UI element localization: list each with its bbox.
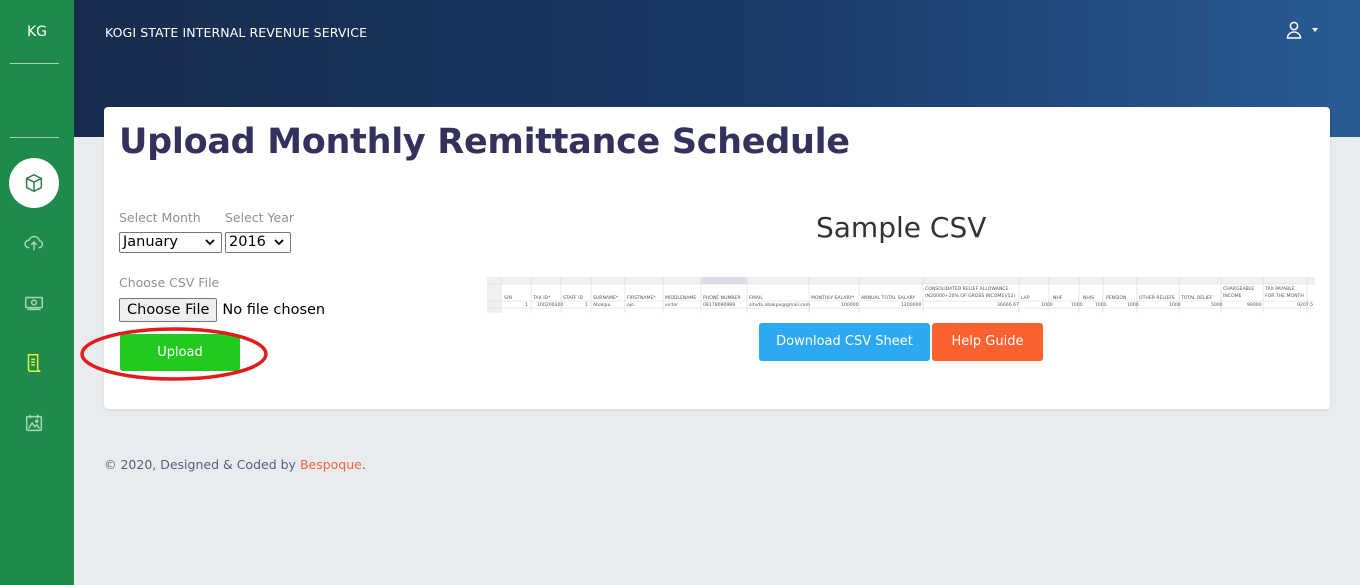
upload-card: Upload Monthly Remittance Schedule Selec… — [80, 107, 1330, 409]
svg-text:TOTAL RELIEF: TOTAL RELIEF — [1180, 295, 1213, 301]
cloud-upload-icon — [24, 235, 44, 251]
svg-text:36666.67: 36666.67 — [997, 302, 1019, 308]
month-select[interactable]: January — [119, 232, 222, 253]
sidebar-item-reports[interactable] — [9, 398, 59, 448]
svg-text:CHARGEABLE: CHARGEABLE — [1223, 286, 1254, 292]
brand-title: KOGI STATE INTERNAL REVENUE SERVICE — [105, 25, 368, 40]
footer-link[interactable]: Bespoque — [300, 457, 362, 472]
calendar-image-icon — [25, 414, 43, 432]
svg-text:ANNUAL TOTAL SALARY: ANNUAL TOTAL SALARY — [861, 295, 915, 301]
svg-text:FIRSTNAME*: FIRSTNAME* — [627, 295, 656, 301]
svg-text:1000: 1000 — [1041, 302, 1053, 308]
svg-text:1000: 1000 — [1127, 302, 1139, 308]
user-menu[interactable] — [1286, 21, 1318, 39]
svg-text:MIDDLENAME: MIDDLENAME — [665, 295, 696, 301]
choose-file-button[interactable]: Choose File — [119, 298, 218, 322]
page-title: Upload Monthly Remittance Schedule — [119, 122, 850, 162]
chevron-down-icon — [1312, 28, 1318, 32]
svg-text:TAX PAYABLE: TAX PAYABLE — [1264, 286, 1295, 292]
svg-text:INCOME: INCOME — [1223, 293, 1242, 299]
sidebar-item-upload[interactable] — [9, 218, 59, 268]
file-label: Choose CSV File — [119, 275, 220, 290]
svg-text:08178090989: 08178090989 — [703, 302, 735, 308]
file-input: Choose File No file chosen — [119, 298, 325, 322]
document-icon — [27, 354, 41, 372]
svg-text:1200000: 1200000 — [901, 302, 922, 308]
sidebar-item-payments[interactable] — [9, 278, 59, 328]
cash-icon — [25, 296, 43, 311]
svg-text:victor: victor — [665, 302, 678, 308]
sidebar: KG — [0, 0, 74, 585]
svg-text:1000: 1000 — [1071, 302, 1083, 308]
svg-text:CONSOLIDATED RELIEF ALLOWANCE: CONSOLIDATED RELIEF ALLOWANCE — [925, 286, 1008, 292]
svg-text:NHIS: NHIS — [1083, 295, 1094, 301]
svg-text:SURNAME*: SURNAME* — [593, 295, 619, 301]
download-csv-button[interactable]: Download CSV Sheet — [759, 323, 930, 361]
svg-text:1: 1 — [585, 302, 588, 308]
svg-text:9207.5: 9207.5 — [1297, 302, 1313, 308]
svg-text:90000: 90000 — [1247, 302, 1262, 308]
month-label: Select Month — [119, 210, 201, 225]
month-select-value: January — [123, 234, 178, 250]
svg-text:TAX ID*: TAX ID* — [532, 295, 551, 301]
user-icon — [1286, 21, 1302, 39]
svg-text:Abakpu: Abakpu — [593, 302, 610, 308]
footer-text: © 2020, Designed & Coded by — [104, 457, 300, 472]
svg-text:1000: 1000 — [1169, 302, 1181, 308]
svg-text:ojo: ojo — [627, 302, 634, 308]
footer-suffix: . — [361, 457, 366, 472]
svg-text:(N20000+20% OF GROSS INCOME)/1: (N20000+20% OF GROSS INCOME)/12) — [925, 293, 1015, 299]
sidebar-item-dashboard[interactable] — [9, 158, 59, 208]
sidebar-divider — [10, 63, 59, 64]
svg-text:MONTHLY SALARY*: MONTHLY SALARY* — [811, 295, 855, 301]
svg-text:NHF: NHF — [1053, 295, 1063, 301]
year-select-value: 2016 — [229, 234, 266, 250]
upload-button[interactable]: Upload — [120, 334, 240, 371]
sample-csv-title: Sample CSV — [816, 211, 987, 244]
svg-text:EMAIL: EMAIL — [749, 295, 763, 301]
year-select[interactable]: 2016 — [225, 232, 291, 253]
sidebar-logo: KG — [26, 24, 48, 40]
file-status: No file chosen — [222, 302, 326, 318]
svg-text:100000: 100000 — [841, 302, 859, 308]
svg-text:FOR THE MONTH: FOR THE MONTH — [1265, 293, 1304, 299]
chevron-down-icon — [274, 239, 284, 246]
year-label: Select Year — [225, 210, 295, 225]
svg-text:STAFF ID: STAFF ID — [563, 295, 584, 301]
sidebar-divider — [10, 137, 59, 138]
svg-text:PHONE NUMBER: PHONE NUMBER — [703, 295, 741, 301]
help-guide-button[interactable]: Help Guide — [932, 323, 1043, 361]
svg-text:OTHER RELIEFS: OTHER RELIEFS — [1139, 295, 1175, 301]
box-icon — [25, 173, 43, 193]
chevron-down-icon — [205, 239, 215, 246]
sample-csv-image: S/N TAX ID* STAFF ID SURNAME* FIRSTNAME*… — [487, 277, 1315, 313]
footer: © 2020, Designed & Coded by Bespoque. — [104, 457, 366, 472]
svg-text:sitvda.abakpu@gmail.com: sitvda.abakpu@gmail.com — [749, 302, 811, 308]
svg-text:PENSION: PENSION — [1106, 295, 1126, 301]
svg-text:100200300: 100200300 — [537, 302, 563, 308]
svg-text:S/N: S/N — [504, 295, 512, 301]
svg-text:1000: 1000 — [1095, 302, 1107, 308]
sidebar-item-schedule[interactable] — [9, 338, 59, 388]
svg-text:LAP: LAP — [1021, 295, 1030, 301]
svg-text:5000: 5000 — [1211, 302, 1223, 308]
svg-text:1: 1 — [525, 302, 528, 308]
